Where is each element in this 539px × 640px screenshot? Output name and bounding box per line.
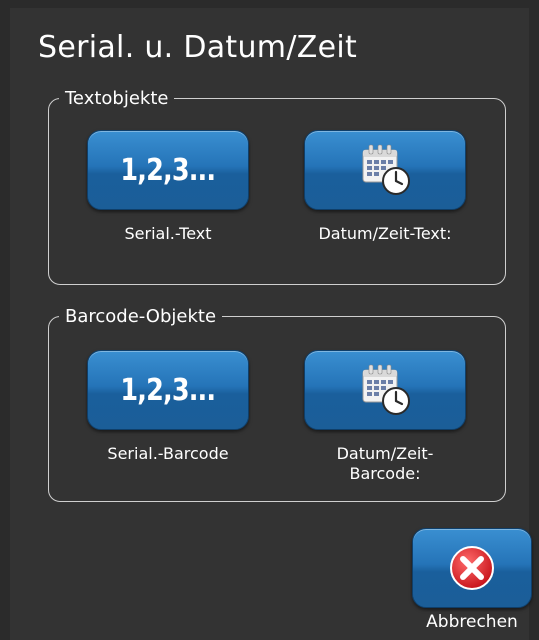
serial-barcode-button[interactable]: 1,2,3... Serial.-Barcode bbox=[86, 350, 250, 464]
datetime-barcode-icon-button[interactable] bbox=[304, 350, 466, 430]
numbers-icon: 1,2,3... bbox=[120, 152, 217, 188]
serial-barcode-icon-button[interactable]: 1,2,3... bbox=[87, 350, 249, 430]
datetime-barcode-button[interactable]: Datum/Zeit- Barcode: bbox=[303, 350, 467, 484]
calendar-clock-icon bbox=[362, 364, 410, 415]
cancel-label: Abbrechen bbox=[426, 612, 518, 632]
serial-text-button[interactable]: 1,2,3... Serial.-Text bbox=[86, 130, 250, 244]
cancel-icon-button[interactable] bbox=[412, 528, 532, 608]
calendar-clock-icon bbox=[362, 144, 410, 195]
cancel-button[interactable]: Abbrechen bbox=[411, 528, 533, 632]
dialog-title: Serial. u. Datum/Zeit bbox=[38, 30, 358, 65]
serial-text-icon-button[interactable]: 1,2,3... bbox=[87, 130, 249, 210]
datetime-text-icon-button[interactable] bbox=[304, 130, 466, 210]
text-objects-legend: Textobjekte bbox=[65, 88, 169, 109]
serial-text-label: Serial.-Text bbox=[124, 224, 212, 243]
numbers-icon: 1,2,3... bbox=[120, 372, 217, 408]
datetime-text-label: Datum/Zeit-Text: bbox=[318, 224, 452, 243]
close-icon bbox=[450, 546, 494, 590]
serial-barcode-label: Serial.-Barcode bbox=[107, 444, 229, 463]
barcode-objects-legend: Barcode-Objekte bbox=[65, 306, 217, 327]
datetime-barcode-label: Datum/Zeit- Barcode: bbox=[336, 444, 434, 483]
datetime-text-button[interactable]: Datum/Zeit-Text: bbox=[303, 130, 467, 244]
